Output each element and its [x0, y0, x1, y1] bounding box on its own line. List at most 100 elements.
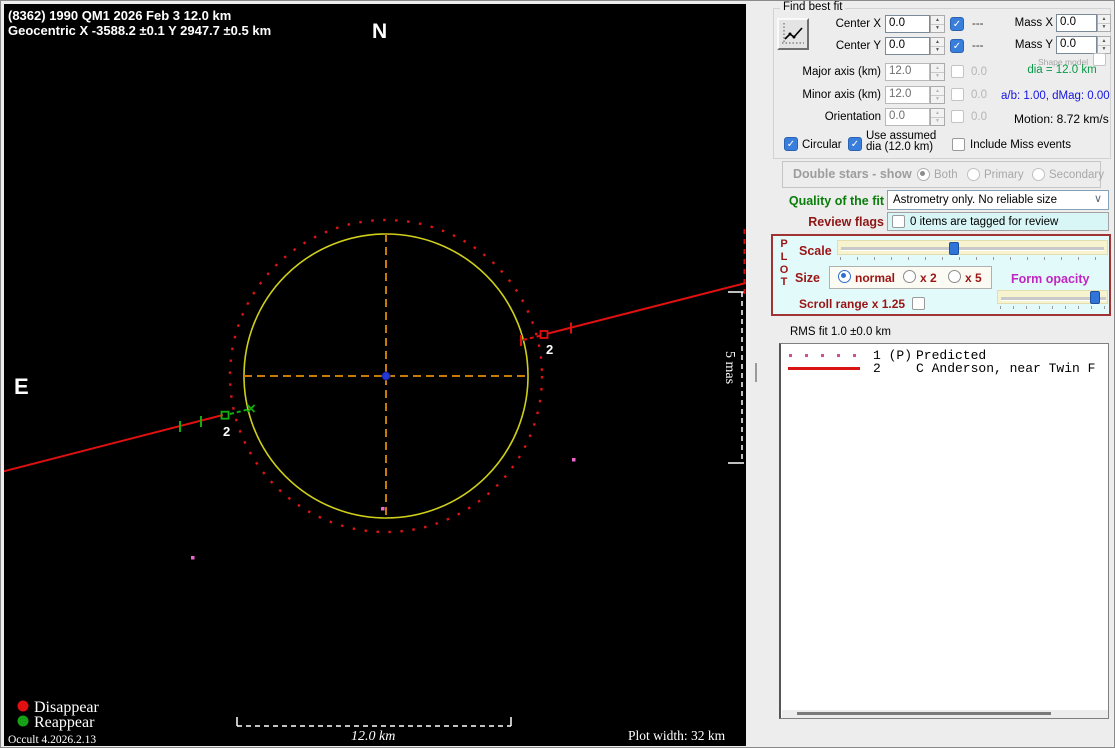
- star-dot: [381, 507, 385, 511]
- double-stars-both-radio[interactable]: [917, 168, 930, 181]
- splitter-handle[interactable]: [755, 363, 757, 382]
- center-x-lock-checkbox[interactable]: ✓: [950, 17, 964, 31]
- list-hscrollbar[interactable]: [782, 710, 1108, 718]
- center-x-label: Center X: [835, 18, 881, 30]
- plot-title-line2: Geocentric X -3588.2 ±0.1 Y 2947.7 ±0.5 …: [8, 23, 271, 38]
- spin-down-icon[interactable]: ▼: [931, 24, 944, 32]
- scroll-range-checkbox[interactable]: [912, 297, 925, 310]
- spin-up-icon[interactable]: ▲: [931, 109, 944, 118]
- size-normal-radio[interactable]: [838, 270, 851, 283]
- major-axis-input[interactable]: 12.0: [885, 63, 930, 81]
- spin-up-icon[interactable]: ▲: [931, 38, 944, 47]
- list-hscrollbar-thumb[interactable]: [797, 712, 1051, 715]
- disappear-legend-icon: [17, 700, 29, 712]
- spin-down-icon[interactable]: ▼: [931, 117, 944, 125]
- center-x-input[interactable]: 0.0: [885, 15, 930, 33]
- minor-axis-label: Minor axis (km): [802, 89, 881, 101]
- mass-y-input[interactable]: 0.0: [1056, 36, 1097, 54]
- orientation-input[interactable]: 0.0: [885, 108, 930, 126]
- spin-up-icon[interactable]: ▲: [1098, 37, 1110, 46]
- quality-of-fit-dropdown[interactable]: Astrometry only. No reliable size ∨: [887, 190, 1109, 210]
- reappear-legend-label: Reappear: [34, 714, 95, 731]
- mass-y-spinner[interactable]: ▲ ▼: [1097, 36, 1111, 54]
- form-opacity-slider-thumb[interactable]: [1090, 291, 1100, 304]
- horizontal-scale-label: 12.0 km: [351, 729, 395, 744]
- spin-down-icon[interactable]: ▼: [931, 95, 944, 103]
- east-label: E: [14, 374, 29, 399]
- mass-x-input[interactable]: 0.0: [1056, 14, 1097, 32]
- mass-y-label: Mass Y: [1014, 39, 1053, 51]
- center-y-lock-checkbox[interactable]: ✓: [950, 39, 964, 53]
- double-stars-secondary-label: Secondary: [1049, 169, 1104, 181]
- size-x5-label: x 5: [965, 271, 982, 285]
- north-label: N: [372, 20, 387, 43]
- use-assumed-checkbox[interactable]: ✓: [848, 137, 862, 151]
- scale-slider-ticks: [840, 257, 1105, 260]
- include-miss-label: Include Miss events: [970, 139, 1071, 151]
- spin-down-icon[interactable]: ▼: [1098, 45, 1110, 53]
- major-axis-aux: 0.0: [971, 66, 987, 78]
- ab-dmag-value: a/b: 1.00, dMag: 0.00: [1001, 90, 1110, 102]
- form-opacity-label: Form opacity: [1011, 272, 1090, 286]
- dia-value: dia = 12.0 km: [1027, 64, 1097, 76]
- circular-label: Circular: [802, 139, 842, 151]
- plot-title-line1: (8362) 1990 QM1 2026 Feb 3 12.0 km: [8, 8, 231, 23]
- minor-axis-checkbox[interactable]: [951, 88, 964, 101]
- spin-down-icon[interactable]: ▼: [931, 46, 944, 54]
- plot-panel-letters: P L O T: [779, 238, 789, 289]
- review-flags-text: 0 items are tagged for review: [910, 216, 1059, 228]
- chord-label-left: 2: [223, 424, 230, 439]
- spin-up-icon[interactable]: ▲: [931, 64, 944, 73]
- predicted-line-sample: [789, 354, 859, 357]
- find-best-fit-caption: Find best fit: [780, 1, 846, 13]
- mass-x-spinner[interactable]: ▲ ▼: [1097, 14, 1111, 32]
- occultation-plot[interactable]: 2 2 5 mas 12.0 km (8362) 1990 QM1 2026 F…: [1, 4, 747, 746]
- reappear-legend-icon: [17, 715, 29, 727]
- center-y-linked-label: ---: [972, 40, 984, 52]
- scale-slider-thumb[interactable]: [949, 242, 959, 255]
- major-axis-spinner[interactable]: ▲ ▼: [930, 63, 945, 81]
- check-icon: ✓: [952, 41, 962, 52]
- center-x-spinner[interactable]: ▲ ▼: [930, 15, 945, 33]
- version-label: Occult 4.2026.2.13: [8, 734, 96, 746]
- size-x2-label: x 2: [920, 271, 937, 285]
- spin-down-icon[interactable]: ▼: [931, 72, 944, 80]
- spin-up-icon[interactable]: ▲: [1098, 15, 1110, 24]
- chord-label-right: 2: [546, 342, 553, 357]
- chevron-down-icon: ∨: [1093, 193, 1102, 205]
- scroll-range-label: Scroll range x 1.25: [799, 297, 906, 311]
- minor-axis-spinner[interactable]: ▲ ▼: [930, 86, 945, 104]
- check-icon: ✓: [786, 139, 796, 150]
- form-opacity-slider[interactable]: [997, 290, 1108, 304]
- star-dot: [572, 458, 576, 462]
- spin-up-icon[interactable]: ▲: [931, 87, 944, 96]
- review-flags-checkbox[interactable]: [892, 215, 905, 228]
- include-miss-checkbox[interactable]: [952, 138, 965, 151]
- major-axis-checkbox[interactable]: [951, 65, 964, 78]
- vertical-scale-label: 5 mas: [722, 351, 737, 384]
- double-stars-primary-radio[interactable]: [967, 168, 980, 181]
- orientation-spinner[interactable]: ▲ ▼: [930, 108, 945, 126]
- minor-axis-input[interactable]: 12.0: [885, 86, 930, 104]
- chord-line-right: [547, 282, 747, 335]
- size-x2-radio[interactable]: [903, 270, 916, 283]
- size-x5-radio[interactable]: [948, 270, 961, 283]
- size-label: Size: [795, 271, 821, 285]
- motion-value: Motion: 8.72 km/s: [1014, 112, 1109, 126]
- center-y-spinner[interactable]: ▲ ▼: [930, 37, 945, 55]
- circular-checkbox[interactable]: ✓: [784, 137, 798, 151]
- form-opacity-slider-ticks: [1000, 306, 1105, 309]
- scale-slider[interactable]: [837, 240, 1108, 255]
- spin-up-icon[interactable]: ▲: [931, 16, 944, 25]
- mass-x-label: Mass X: [1014, 17, 1053, 29]
- observation-name: C Anderson, near Twin F: [916, 361, 1096, 376]
- center-y-input[interactable]: 0.0: [885, 37, 930, 55]
- spin-down-icon[interactable]: ▼: [1098, 23, 1110, 31]
- major-axis-label: Major axis (km): [802, 66, 881, 78]
- plot-width-label: Plot width: 32 km: [628, 728, 726, 743]
- orientation-checkbox[interactable]: [951, 110, 964, 123]
- double-stars-secondary-radio[interactable]: [1032, 168, 1045, 181]
- reappear-uncertainty-dash: [229, 408, 250, 415]
- observation-list[interactable]: 1 (P) Predicted 2 C Anderson, near Twin …: [779, 343, 1109, 719]
- disappear-marker: [539, 330, 549, 339]
